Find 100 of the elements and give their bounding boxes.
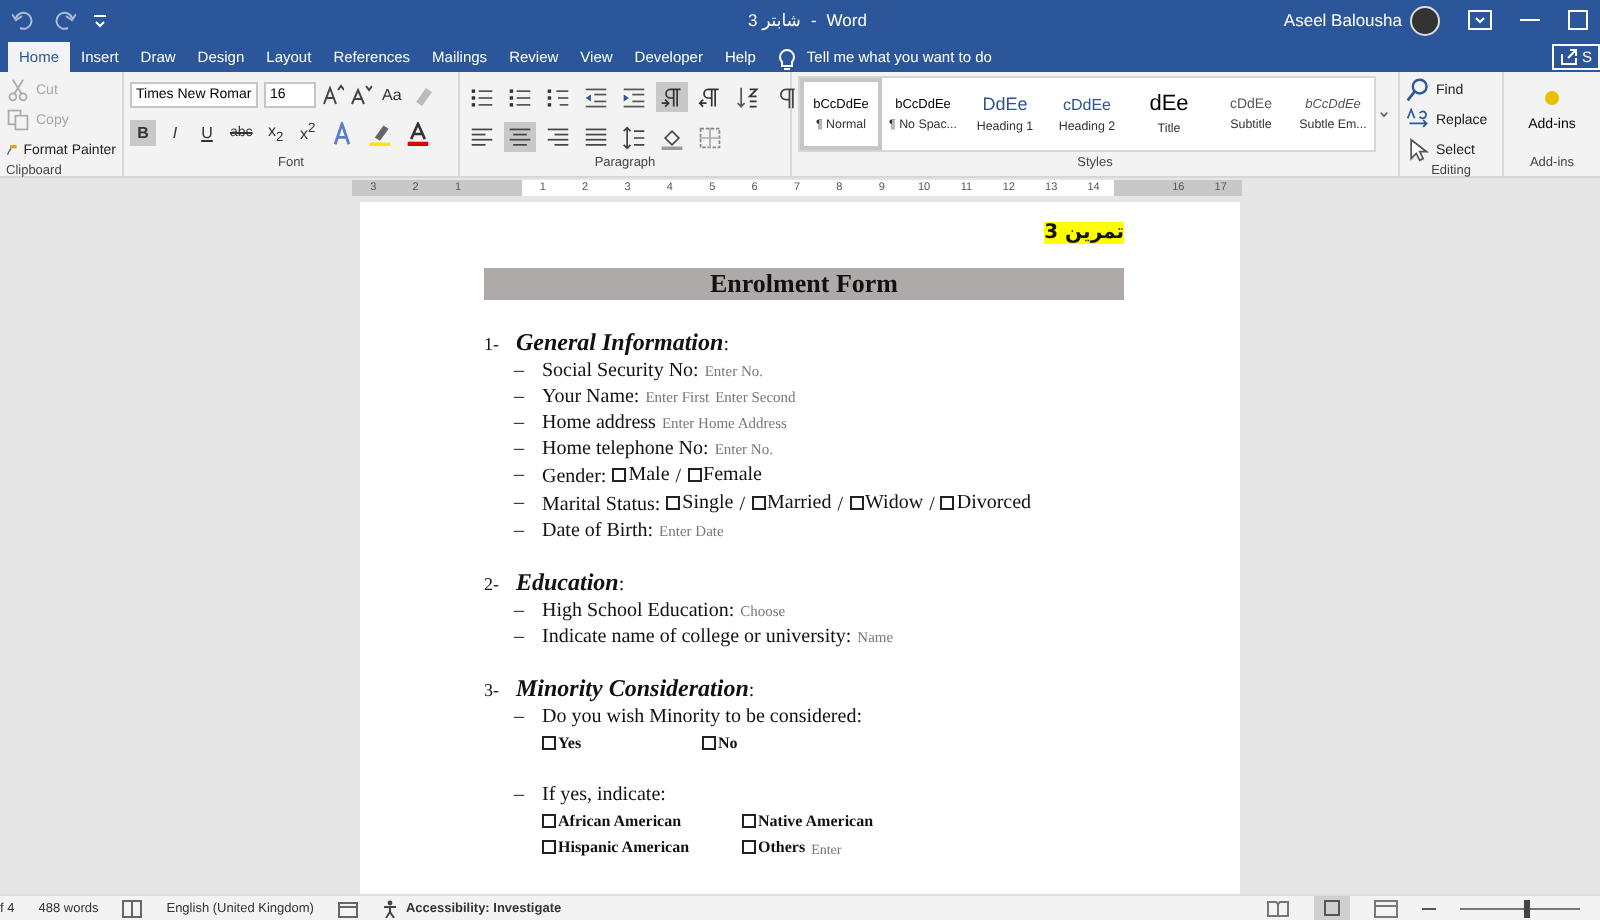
outdent-icon — [584, 85, 608, 109]
checkbox-option[interactable]: Yes — [542, 730, 582, 756]
format-button[interactable]: x$^{2}$ — [294, 120, 321, 146]
format-button[interactable]: U — [194, 120, 220, 146]
field-label: Home address — [542, 410, 656, 436]
checkbox-option[interactable]: Hispanic American — [542, 834, 690, 860]
checkbox-option[interactable]: Married — [751, 490, 832, 516]
checkbox-option[interactable]: Male — [612, 462, 670, 488]
section-number: 1- — [484, 334, 501, 354]
cut-icon — [6, 78, 30, 102]
select-icon — [1406, 138, 1430, 162]
borders-icon — [698, 125, 722, 149]
list-dash: – — [514, 704, 526, 732]
sort-icon — [736, 85, 760, 109]
copy-icon — [6, 108, 30, 132]
grow-font-icon[interactable] — [322, 84, 344, 106]
change-case-button[interactable]: Aa — [378, 84, 406, 106]
align-left-icon — [470, 125, 494, 149]
multilevel-icon — [546, 85, 570, 109]
field-label: Marital Status: — [542, 492, 661, 518]
effects-icon — [330, 121, 355, 145]
title-separator: - — [810, 9, 817, 31]
field-label: / — [675, 464, 682, 490]
list-dash: – — [514, 518, 526, 544]
zoom-thumb[interactable] — [1523, 899, 1529, 917]
align-center-button[interactable] — [504, 122, 536, 152]
list-dash: – — [514, 358, 526, 384]
section-title: Education — [516, 568, 619, 598]
sort-button[interactable] — [732, 82, 764, 112]
field-label: Date of Birth: — [542, 518, 654, 544]
field-label: Do you wish Minority to be considered: — [542, 704, 862, 730]
field-label: High School Education: — [542, 598, 735, 624]
indent-icon — [622, 85, 646, 109]
field-label: Gender: — [542, 464, 607, 490]
shading-icon — [660, 125, 684, 149]
find-icon — [1406, 78, 1430, 102]
list-dash: – — [514, 410, 526, 436]
checkbox-option[interactable]: Female — [687, 462, 762, 488]
ltr-icon — [660, 85, 684, 109]
section-colon: : — [723, 334, 729, 356]
field-label: / — [739, 492, 746, 518]
pilcrow-icon — [774, 85, 798, 109]
app-name: Word — [826, 9, 867, 31]
highlight-icon — [368, 121, 393, 145]
checkbox-option[interactable]: Widow — [849, 490, 924, 516]
spacing-button[interactable] — [618, 122, 650, 152]
customize-icon[interactable] — [92, 10, 108, 30]
maximize-icon[interactable] — [1568, 10, 1588, 30]
field-label: Your Name: — [542, 384, 640, 410]
field-label: Social Security No: — [542, 358, 699, 384]
replace-icon — [1406, 108, 1430, 132]
read-mode-icon[interactable] — [1266, 899, 1290, 917]
section-title: General Information — [516, 328, 724, 358]
proofing-icon[interactable] — [122, 899, 143, 917]
spacing-icon — [622, 125, 646, 149]
form-title: Enrolment Form — [484, 268, 1124, 300]
add-ins-icon — [1543, 90, 1560, 106]
list-dash: – — [514, 384, 526, 410]
section-colon: : — [748, 680, 755, 702]
list-dash: – — [514, 598, 526, 624]
format-button[interactable]: x$_{2}$ — [262, 120, 289, 146]
align-center-icon — [508, 125, 532, 149]
field-label: Indicate name of college or university: — [542, 624, 852, 650]
bullets-icon — [470, 85, 494, 109]
web-layout-icon[interactable] — [1374, 899, 1398, 917]
field-label: / — [929, 492, 935, 518]
format-button[interactable]: B — [130, 120, 156, 146]
align-right-icon — [546, 125, 570, 149]
checkbox-option[interactable]: Single — [666, 490, 734, 516]
user-name[interactable]: Aseel Balousha — [1283, 10, 1402, 30]
rtl-icon — [698, 85, 722, 109]
field-label: / — [837, 492, 844, 518]
shrink-font-icon[interactable] — [350, 84, 372, 106]
exercise-heading: تمرين 3 — [1044, 222, 1124, 244]
list-dash: – — [514, 462, 526, 490]
format-button[interactable]: I — [162, 120, 188, 146]
list-dash: – — [514, 624, 526, 650]
checkbox-option[interactable]: No — [702, 730, 738, 756]
justify-icon — [584, 125, 608, 149]
document-name: شابتر 3 — [748, 9, 801, 31]
checkbox-option[interactable]: Divorced — [940, 490, 1032, 516]
print-layout-icon[interactable] — [1314, 896, 1350, 920]
share-icon — [1559, 48, 1578, 66]
checkbox-option[interactable]: Others — [742, 834, 806, 860]
list-dash: – — [514, 490, 526, 518]
numbering-icon — [508, 85, 532, 109]
field-label: If yes, indicate: — [542, 782, 666, 808]
field-label: Home telephone No: — [542, 436, 709, 462]
section-number: 3- — [484, 680, 501, 700]
section-colon: : — [618, 574, 625, 596]
undo-icon[interactable] — [12, 8, 36, 32]
color-icon — [406, 121, 431, 145]
avatar-circle[interactable] — [1410, 5, 1440, 35]
ribbon-display-icon[interactable] — [1468, 10, 1492, 30]
checkbox-option[interactable]: Native American — [742, 808, 874, 834]
ltr-button[interactable] — [656, 82, 688, 112]
section-number: 2- — [484, 574, 501, 594]
redo-icon[interactable] — [52, 8, 76, 32]
checkbox-option[interactable]: African American — [542, 808, 682, 834]
accessibility-icon — [381, 899, 400, 917]
